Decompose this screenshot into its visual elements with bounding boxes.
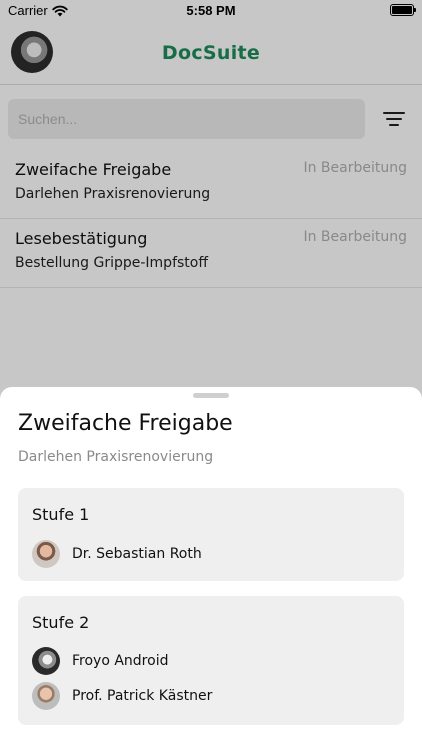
bottom-sheet: Zweifache Freigabe Darlehen Praxisrenovi…	[0, 387, 422, 750]
sheet-title: Zweifache Freigabe	[18, 411, 233, 436]
person-name: Froyo Android	[72, 653, 169, 669]
person-name: Prof. Patrick Kästner	[72, 688, 213, 704]
person-row: Froyo Android	[32, 646, 168, 676]
avatar	[32, 647, 60, 675]
sheet-subtitle: Darlehen Praxisrenovierung	[18, 449, 214, 465]
avatar	[32, 540, 60, 568]
sheet-grabber-handle[interactable]	[193, 393, 229, 398]
stage-title: Stufe 1	[32, 505, 90, 524]
person-name: Dr. Sebastian Roth	[72, 546, 202, 562]
stage-title: Stufe 2	[32, 613, 90, 632]
person-row: Dr. Sebastian Roth	[32, 539, 202, 569]
stage-card: Stufe 1 Dr. Sebastian Roth	[18, 488, 404, 581]
stage-card: Stufe 2 Froyo Android Prof. Patrick Käst…	[18, 596, 404, 725]
avatar	[32, 682, 60, 710]
person-row: Prof. Patrick Kästner	[32, 681, 212, 711]
